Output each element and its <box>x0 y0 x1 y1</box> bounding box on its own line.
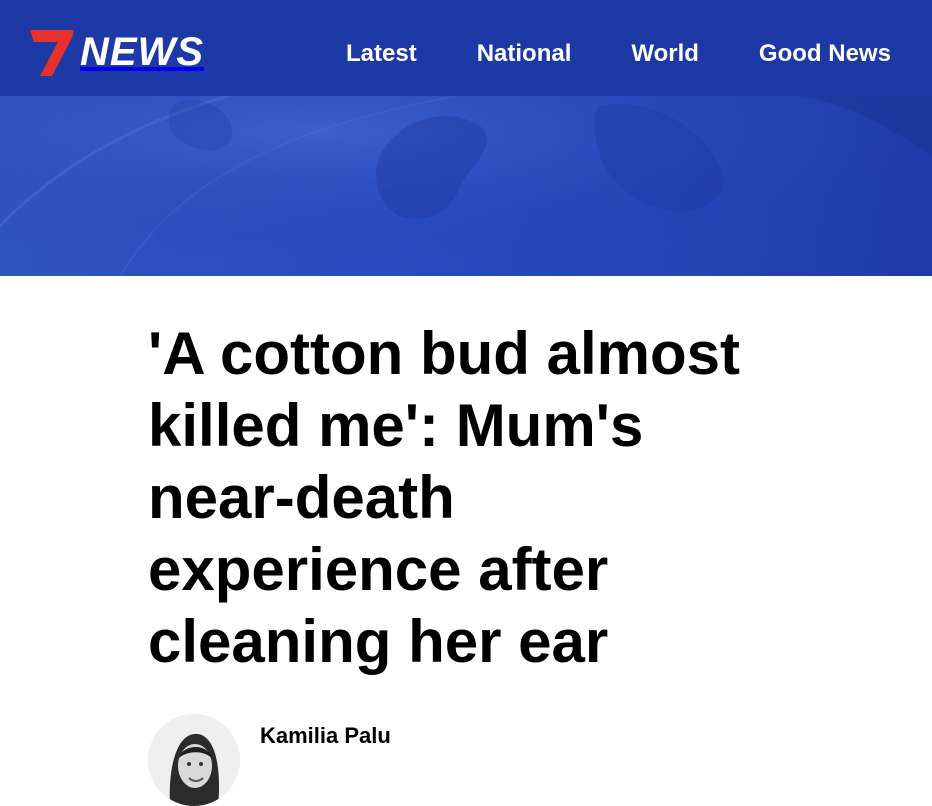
author-avatar[interactable] <box>148 714 240 806</box>
7news-logo[interactable]: NEWS <box>30 28 204 76</box>
author-byline: Kamilia Palu <box>148 714 391 806</box>
nav-item-good-news[interactable]: Good News <box>759 36 891 72</box>
globe-background-image <box>0 96 932 276</box>
nav-item-latest[interactable]: Latest <box>346 36 417 72</box>
hero-banner <box>0 96 932 276</box>
article-headline: 'A cotton bud almost killed me': Mum's n… <box>148 320 741 675</box>
site-header: NEWS Latest National World Good News <box>0 0 932 96</box>
nav-item-national[interactable]: National <box>477 36 572 72</box>
author-name[interactable]: Kamilia Palu <box>260 722 391 750</box>
seven-logo-icon <box>30 30 74 76</box>
main-nav: Latest National World Good News <box>346 36 891 72</box>
logo-text: NEWS <box>80 30 204 74</box>
nav-item-world[interactable]: World <box>631 36 699 72</box>
author-photo-icon <box>148 714 240 806</box>
